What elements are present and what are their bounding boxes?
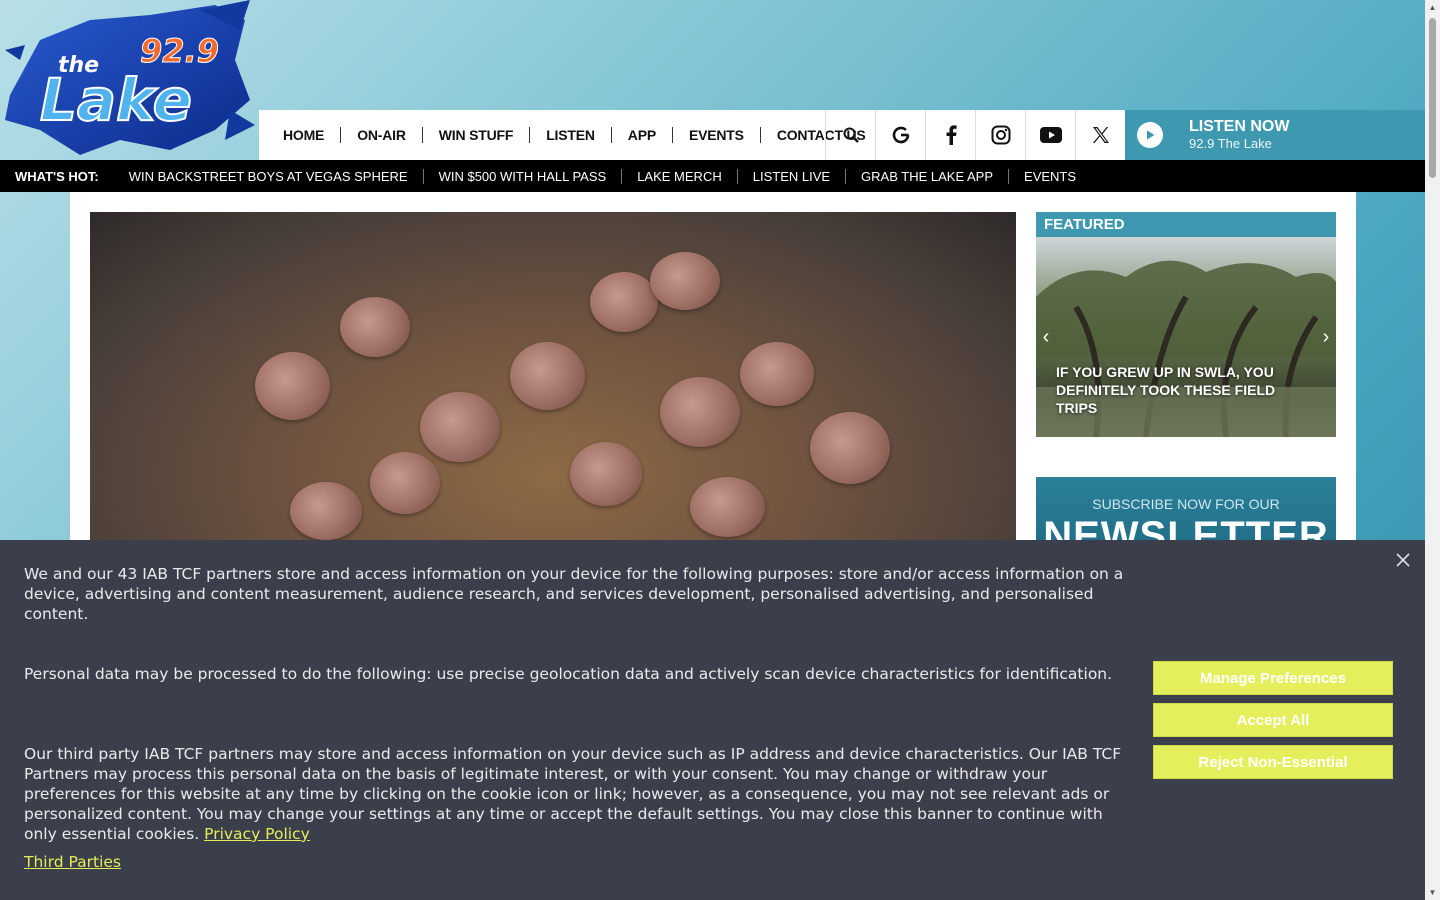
carousel-next-icon[interactable]: ›	[1316, 315, 1336, 359]
youtube-icon[interactable]	[1025, 110, 1075, 160]
hot-item-app[interactable]: GRAB THE LAKE APP	[846, 168, 1010, 184]
search-icon[interactable]	[825, 110, 875, 160]
nav-events[interactable]: EVENTS	[673, 127, 761, 143]
featured-widget: FEATURED ‹ › IF YOU GREW UP IN SWLA, YOU…	[1036, 212, 1336, 437]
food-slice	[660, 377, 740, 447]
food-slice	[290, 482, 362, 540]
cookie-consent-banner: We and our 43 IAB TCF partners store and…	[0, 540, 1425, 900]
listen-station-name: 92.9 The Lake	[1189, 136, 1272, 151]
whats-hot-label: WHAT'S HOT:	[15, 168, 99, 184]
food-slice	[420, 392, 500, 462]
google-icon[interactable]	[875, 110, 925, 160]
reject-non-essential-button[interactable]: Reject Non-Essential	[1153, 745, 1393, 779]
logo-graphic: the 92.9 Lake	[5, 0, 255, 155]
nav-on-air[interactable]: ON-AIR	[341, 127, 423, 143]
featured-image[interactable]: ‹ › IF YOU GREW UP IN SWLA, YOU DEFINITE…	[1036, 237, 1336, 437]
listen-now-label: LISTEN NOW	[1189, 118, 1290, 135]
featured-label: FEATURED	[1044, 216, 1125, 233]
nav-home[interactable]: HOME	[267, 127, 342, 143]
consent-paragraph-2: Personal data may be processed to do the…	[24, 665, 1113, 683]
nav-icon-group	[825, 110, 1125, 160]
consent-paragraph-3: Our third party IAB TCF partners may sto…	[24, 744, 1126, 844]
food-slice	[255, 352, 330, 420]
nav-app[interactable]: APP	[612, 127, 673, 143]
newsletter-title: NEWSLETTER	[1043, 514, 1329, 540]
consent-paragraph-1: We and our 43 IAB TCF partners store and…	[24, 565, 1124, 623]
hot-item-listen-live[interactable]: LISTEN LIVE	[738, 168, 847, 184]
facebook-icon[interactable]	[925, 110, 975, 160]
article-hero-image	[90, 212, 1016, 540]
accept-all-button[interactable]: Accept All	[1153, 703, 1393, 737]
food-slice	[370, 452, 440, 514]
logo-lake-text: Lake	[40, 66, 192, 134]
privacy-policy-link[interactable]: Privacy Policy	[204, 825, 310, 843]
third-parties-row: Third Parties	[24, 852, 1126, 872]
food-slice	[590, 272, 658, 332]
food-slice	[740, 342, 814, 406]
page-scrollbar[interactable]: ▲ ▼	[1425, 0, 1440, 900]
featured-caption[interactable]: IF YOU GREW UP IN SWLA, YOU DEFINITELY T…	[1056, 363, 1316, 417]
page: the 92.9 Lake HOME ON-AIR WIN STUFF LIST…	[0, 0, 1425, 900]
carousel-prev-icon[interactable]: ‹	[1036, 315, 1056, 359]
hot-item-hall-pass[interactable]: WIN $500 WITH HALL PASS	[424, 168, 623, 184]
nav-listen[interactable]: LISTEN	[530, 127, 612, 143]
food-slice	[650, 252, 720, 310]
food-slice	[690, 477, 765, 537]
listen-now-button[interactable]: LISTEN NOW 92.9 The Lake	[1125, 110, 1425, 160]
scroll-up-icon[interactable]: ▲	[1425, 0, 1440, 15]
scroll-down-icon[interactable]: ▼	[1425, 885, 1440, 900]
food-slice	[810, 412, 890, 484]
nav-win-stuff[interactable]: WIN STUFF	[423, 127, 531, 143]
whats-hot-bar: WHAT'S HOT: WIN BACKSTREET BOYS AT VEGAS…	[0, 160, 1425, 192]
consent-paragraph-3-text: Our third party IAB TCF partners may sto…	[24, 745, 1122, 843]
logo-frequency-text: 92.9	[140, 32, 219, 70]
main-nav: HOME ON-AIR WIN STUFF LISTEN APP EVENTS …	[259, 110, 1425, 160]
hot-item-merch[interactable]: LAKE MERCH	[622, 168, 738, 184]
third-parties-link[interactable]: Third Parties	[24, 853, 121, 871]
close-icon[interactable]	[1395, 552, 1411, 568]
x-icon[interactable]	[1075, 110, 1125, 160]
instagram-icon[interactable]	[975, 110, 1025, 160]
station-logo[interactable]: the 92.9 Lake	[0, 0, 258, 160]
hot-item-events[interactable]: EVENTS	[1009, 169, 1091, 184]
manage-preferences-button[interactable]: Manage Preferences	[1153, 661, 1393, 695]
nav-links: HOME ON-AIR WIN STUFF LISTEN APP EVENTS …	[259, 110, 882, 160]
newsletter-subtitle: SUBSCRIBE NOW FOR OUR	[1092, 496, 1280, 512]
food-slice	[340, 297, 410, 357]
food-slice	[510, 342, 585, 410]
scroll-thumb[interactable]	[1429, 18, 1436, 178]
food-slice	[570, 442, 642, 506]
play-icon	[1137, 122, 1163, 148]
newsletter-widget[interactable]: SUBSCRIBE NOW FOR OUR NEWSLETTER	[1036, 477, 1336, 540]
hot-item-backstreet[interactable]: WIN BACKSTREET BOYS AT VEGAS SPHERE	[114, 168, 424, 184]
